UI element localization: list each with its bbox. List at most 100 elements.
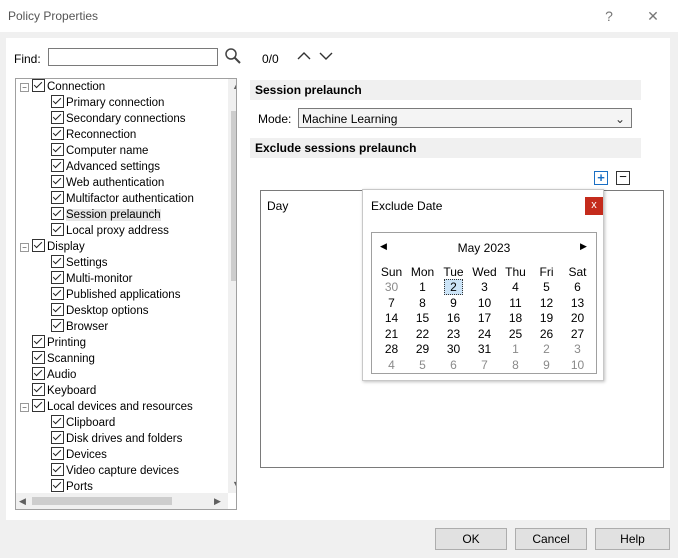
scroll-down-icon[interactable]: ▼ [232, 479, 236, 489]
tree-item-checkbox[interactable] [51, 223, 64, 236]
calendar-day[interactable]: 2 [438, 279, 469, 295]
tree-item[interactable]: Scanning [32, 351, 95, 367]
tree-item[interactable]: Desktop options [51, 303, 148, 319]
tree-item-checkbox[interactable] [51, 175, 64, 188]
tree-item[interactable]: Connection [32, 79, 105, 95]
calendar-day[interactable]: 18 [500, 311, 531, 326]
tree-item[interactable]: Computer name [51, 143, 148, 159]
tree-item[interactable]: Multifactor authentication [51, 191, 194, 207]
tree-item-checkbox[interactable] [51, 415, 64, 428]
tree-item-checkbox[interactable] [51, 143, 64, 156]
calendar-day[interactable]: 10 [562, 358, 593, 373]
tree-item-checkbox[interactable] [32, 239, 45, 252]
tree-item-checkbox[interactable] [51, 479, 64, 492]
tree-item-checkbox[interactable] [32, 335, 45, 348]
tree-item-checkbox[interactable] [51, 127, 64, 140]
search-icon[interactable] [224, 47, 242, 65]
tree-item[interactable]: Primary connection [51, 95, 164, 111]
tree-item[interactable]: Audio [32, 367, 76, 383]
calendar-day[interactable]: 14 [376, 311, 407, 326]
tree-item-checkbox[interactable] [32, 367, 45, 380]
tree-item[interactable]: Settings [51, 255, 108, 271]
calendar-day[interactable]: 28 [376, 342, 407, 357]
tree-item[interactable]: Display [32, 239, 85, 255]
tree-item[interactable]: Local devices and resources [32, 399, 193, 415]
calendar-day[interactable]: 8 [500, 358, 531, 373]
calendar-day[interactable]: 23 [438, 327, 469, 342]
calendar-day[interactable]: 4 [376, 358, 407, 373]
calendar-day[interactable]: 9 [531, 358, 562, 373]
help-icon[interactable]: ? [596, 6, 622, 26]
tree-item[interactable]: Published applications [51, 287, 180, 303]
tree-item-checkbox[interactable] [51, 287, 64, 300]
calendar-day[interactable]: 12 [531, 296, 562, 311]
calendar-day[interactable]: 13 [562, 296, 593, 311]
tree-item[interactable]: Video capture devices [51, 463, 179, 479]
tree-item[interactable]: Browser [51, 319, 108, 335]
scroll-left-icon[interactable]: ◀ [19, 496, 26, 507]
tree-item-checkbox[interactable] [32, 79, 45, 92]
tree-item-checkbox[interactable] [51, 95, 64, 108]
calendar-day[interactable]: 30 [376, 280, 407, 295]
calendar-day[interactable]: 20 [562, 311, 593, 326]
calendar-day[interactable]: 5 [407, 358, 438, 373]
tree-item[interactable]: Keyboard [32, 383, 96, 399]
tree-item-checkbox[interactable] [51, 255, 64, 268]
collapse-icon[interactable]: − [20, 83, 29, 92]
tree-horizontal-scroll-thumb[interactable] [32, 497, 172, 505]
tree-item[interactable]: Advanced settings [51, 159, 160, 175]
next-month-icon[interactable]: ▶ [580, 241, 587, 252]
tree-item[interactable]: Disk drives and folders [51, 431, 182, 447]
calendar-day[interactable]: 17 [469, 311, 500, 326]
tree-item[interactable]: Secondary connections [51, 111, 186, 127]
close-icon[interactable]: ✕ [640, 6, 666, 26]
chevron-up-icon[interactable] [296, 49, 312, 63]
tree-vertical-scrollbar[interactable]: ▲ ▼ [228, 79, 236, 493]
tree-item-checkbox[interactable] [51, 207, 64, 220]
calendar-day[interactable]: 4 [500, 280, 531, 295]
tree-item-checkbox[interactable] [32, 399, 45, 412]
calendar-day[interactable]: 5 [531, 280, 562, 295]
tree-item-checkbox[interactable] [51, 191, 64, 204]
tree-item[interactable]: Local proxy address [51, 223, 169, 239]
calendar-month-label[interactable]: May 2023 [372, 241, 596, 255]
tree-item[interactable]: Devices [51, 447, 107, 463]
calendar-day[interactable]: 24 [469, 327, 500, 342]
cancel-button[interactable]: Cancel [515, 528, 587, 550]
find-input[interactable] [48, 48, 218, 66]
calendar-day[interactable]: 1 [500, 342, 531, 357]
add-icon[interactable]: + [594, 171, 608, 185]
chevron-down-icon[interactable] [318, 49, 334, 63]
calendar-day[interactable]: 29 [407, 342, 438, 357]
help-button[interactable]: Help [595, 528, 670, 550]
calendar-day[interactable]: 25 [500, 327, 531, 342]
tree-item[interactable]: Reconnection [51, 127, 136, 143]
tree-item[interactable]: Session prelaunch [51, 207, 161, 223]
calendar-day[interactable]: 30 [438, 342, 469, 357]
tree-horizontal-scrollbar[interactable]: ◀ ▶ [16, 493, 228, 509]
calendar-day[interactable]: 3 [469, 280, 500, 295]
calendar-day[interactable]: 19 [531, 311, 562, 326]
scroll-up-icon[interactable]: ▲ [232, 81, 236, 91]
tree-item-checkbox[interactable] [51, 447, 64, 460]
tree-item-checkbox[interactable] [51, 319, 64, 332]
collapse-icon[interactable]: − [20, 403, 29, 412]
tree-item-checkbox[interactable] [32, 383, 45, 396]
remove-icon[interactable]: − [616, 170, 630, 185]
tree-item-checkbox[interactable] [51, 303, 64, 316]
calendar-day[interactable]: 10 [469, 296, 500, 311]
calendar-day[interactable]: 6 [438, 358, 469, 373]
collapse-icon[interactable]: − [20, 243, 29, 252]
calendar-day[interactable]: 6 [562, 280, 593, 295]
tree-item-checkbox[interactable] [51, 111, 64, 124]
tree-item-checkbox[interactable] [51, 431, 64, 444]
tree-item[interactable]: Clipboard [51, 415, 115, 431]
scroll-right-icon[interactable]: ▶ [214, 496, 221, 507]
tree-item[interactable]: Multi-monitor [51, 271, 132, 287]
calendar-day[interactable]: 2 [531, 342, 562, 357]
tree-item[interactable]: Web authentication [51, 175, 164, 191]
calendar-day[interactable]: 16 [438, 311, 469, 326]
calendar-day[interactable]: 3 [562, 342, 593, 357]
calendar-day[interactable]: 15 [407, 311, 438, 326]
calendar-day[interactable]: 22 [407, 327, 438, 342]
